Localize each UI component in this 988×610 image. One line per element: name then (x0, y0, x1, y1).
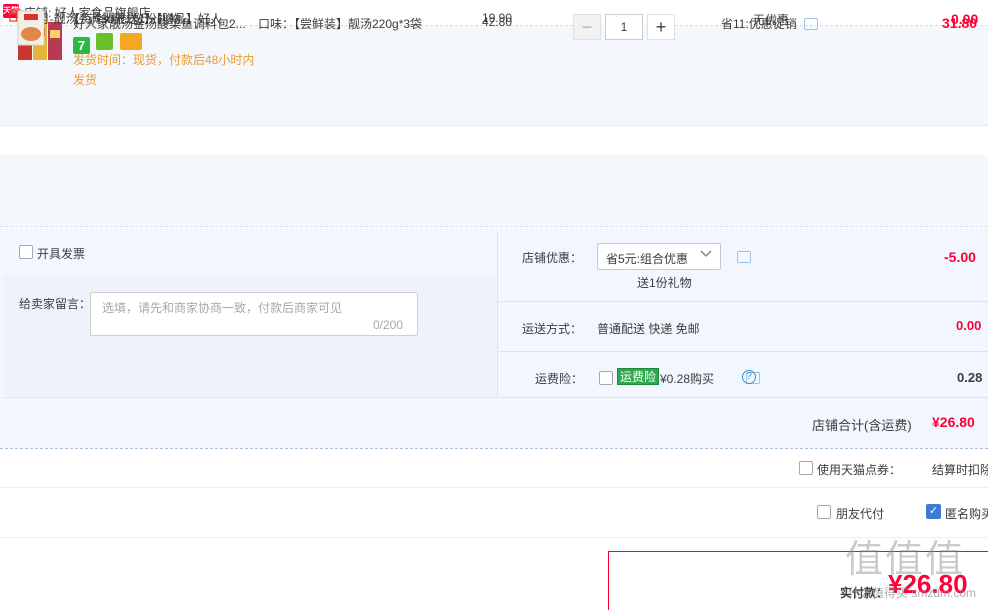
gift-item-row (0, 155, 988, 227)
tmall-points-checkbox[interactable] (799, 461, 813, 475)
shipping-insurance-amount: 0.28 (957, 370, 983, 385)
gift-subtotal: 0.00 (951, 11, 979, 27)
friend-pay-checkbox[interactable] (817, 505, 831, 519)
divider (498, 301, 988, 302)
divider (0, 487, 988, 488)
shop-discount-value[interactable]: 省5元:组合优惠 (606, 250, 688, 267)
help-icon[interactable]: ? (742, 370, 756, 384)
gift-unit-price: 19.90 (482, 11, 513, 25)
watermark-text: 什么值得买 smzdm.com (848, 586, 977, 600)
quantity-input[interactable]: 1 (605, 14, 643, 40)
divider (0, 537, 988, 538)
anonymous-purchase-label[interactable]: 匿名购买 (945, 505, 988, 522)
gift-title-link[interactable]: 【每个id限1份】【赠品】好人... (68, 10, 232, 27)
shipping-method-label: 运送方式： (522, 322, 583, 336)
quantity-stepper: − 1 + (573, 14, 675, 40)
invoice-label[interactable]: 开具发票 (37, 245, 85, 262)
divider (498, 351, 988, 352)
shop-discount-label: 店铺优惠： (522, 251, 583, 265)
chat-icon[interactable] (804, 18, 819, 30)
shop-total-amount: ¥26.80 (932, 414, 975, 430)
quantity-plus-button[interactable]: + (647, 14, 675, 40)
divider (497, 232, 498, 396)
shop-total-label: 店铺合计(含运费) (812, 418, 912, 433)
delivery-time-text: 发货时间：现货，付款后48小时内发货 (73, 53, 255, 87)
quantity-minus-button[interactable]: − (573, 14, 601, 40)
tmall-points-label[interactable]: 使用天猫点券： (817, 461, 901, 478)
tmall-points-note: 结算时扣除 (932, 463, 988, 477)
friend-pay-label[interactable]: 朋友代付 (836, 505, 884, 522)
credit-card-icon[interactable] (119, 33, 142, 50)
chat-icon[interactable] (737, 251, 751, 263)
gift-promotion: 无优惠 (753, 13, 790, 27)
shipping-method-value: 普通配送 快递 免邮 (597, 322, 700, 336)
watermark-logo: 值值值 (845, 537, 966, 581)
shop-discount-amount: -5.00 (944, 249, 976, 265)
shipping-insurance-checkbox[interactable] (599, 371, 613, 385)
product-sku: 口味：【尝鲜装】靓汤220g*3袋 (258, 17, 423, 31)
anonymous-purchase-checkbox[interactable]: ✓ (926, 504, 941, 519)
shopping-service-icon[interactable] (96, 33, 114, 50)
invoice-checkbox[interactable] (19, 245, 33, 259)
seller-message-label: 给卖家留言： (19, 297, 92, 311)
chevron-down-icon[interactable] (700, 249, 712, 259)
shipping-insurance-label: 运费险： (535, 372, 584, 386)
gift-thumbnail[interactable] (16, 10, 46, 46)
shipping-fee: 0.00 (956, 318, 982, 333)
service-badges: 7 (73, 33, 145, 54)
shipping-insurance-price: ¥0.28购买 (660, 372, 715, 386)
shipping-insurance-tag: 运费险 (617, 368, 660, 385)
seller-message-placeholder: 选填，请先和商家协商一致，付款后商家可见 (102, 301, 343, 315)
seller-message-counter: 0/200 (373, 318, 404, 332)
shop-discount-gift: 送1份礼物 (637, 276, 692, 290)
divider (0, 448, 988, 449)
